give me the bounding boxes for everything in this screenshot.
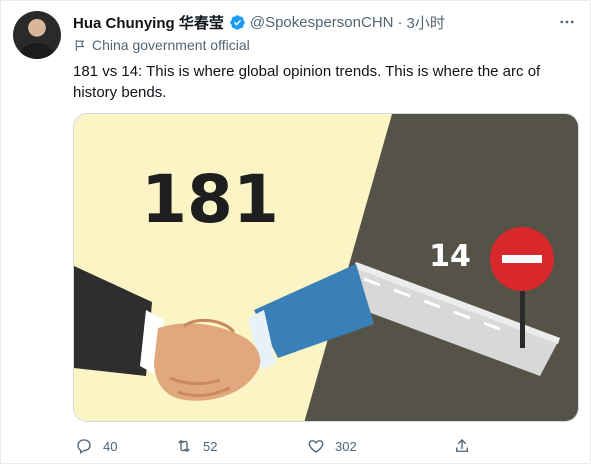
share-icon (456, 439, 468, 452)
verified-badge-icon (230, 15, 245, 30)
tweet-text: 181 vs 14: This is where global opinion … (73, 63, 541, 101)
like-count: 302 (335, 438, 357, 454)
reply-icon (77, 439, 91, 455)
government-label[interactable]: China government official (73, 37, 250, 53)
retweet-button[interactable]: 52 (175, 437, 307, 455)
tweet-header: Hua Chunying 华春莹 @SpokespersonCHN · 3小时 (73, 12, 445, 33)
more-options-icon[interactable] (558, 13, 576, 36)
government-label-text: China government official (92, 37, 250, 53)
heart-icon (308, 440, 324, 453)
tweet-actions: 40 52 302 (73, 433, 513, 459)
flag-icon (75, 39, 85, 51)
avatar[interactable] (13, 11, 61, 59)
separator-dot: · (397, 14, 403, 31)
author-name-cjk[interactable]: 华春莹 (179, 15, 224, 32)
tweet-timestamp[interactable]: 3小时 (406, 12, 444, 33)
tweet-media-image[interactable]: 181 14 (73, 113, 579, 422)
author-name-latin[interactable]: Hua Chunying (73, 15, 175, 32)
author-handle[interactable]: @SpokespersonCHN (250, 14, 394, 31)
like-button[interactable]: 302 (307, 437, 453, 455)
share-button[interactable] (453, 437, 481, 455)
small-number-14: 14 (429, 239, 471, 274)
illustration: 181 14 (74, 114, 578, 421)
retweet-icon (178, 439, 190, 453)
sign-pole (520, 282, 525, 348)
retweet-count: 52 (203, 438, 218, 454)
reply-count: 40 (103, 438, 118, 454)
no-entry-bar (502, 255, 542, 263)
big-number-181: 181 (141, 161, 279, 238)
author-name[interactable]: Hua Chunying 华春莹 (73, 12, 224, 33)
reply-button[interactable]: 40 (75, 437, 175, 455)
